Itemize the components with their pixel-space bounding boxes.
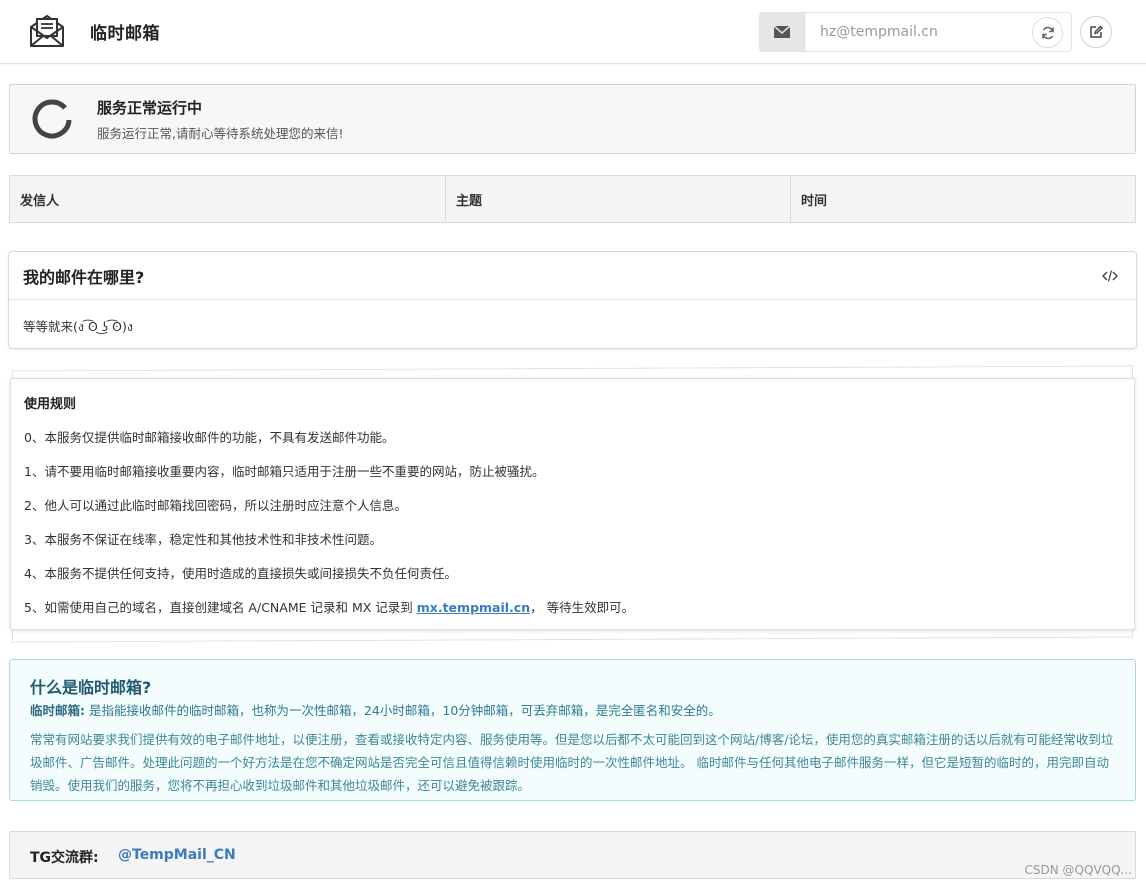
app-title[interactable]: 临时邮箱 xyxy=(90,19,160,44)
card-body-text: 等等就来(ง ͡ʘ ͜ʖ ͡ʘ)ง xyxy=(23,319,133,334)
info-lead-label: 临时邮箱: xyxy=(30,703,85,718)
email-addon xyxy=(760,13,805,51)
rule-item-domain: 5、如需使用自己的域名，直接创建域名 A/CNAME 记录和 MX 记录到 mx… xyxy=(24,597,634,616)
loading-spinner-icon xyxy=(32,99,72,139)
rule-item: 2、他人可以通过此临时邮箱找回密码，所以注册时应注意个人信息。 xyxy=(24,498,407,513)
envelope-icon xyxy=(774,26,790,38)
top-navbar: 临时邮箱 xyxy=(0,0,1146,64)
info-paragraph: 常常有网站要求我们提供有效的电子邮件地址，以便注册，查看或接收特定内容、服务使用… xyxy=(30,732,1114,793)
rules-title: 使用规则 xyxy=(24,397,77,412)
envelope-open-icon[interactable] xyxy=(28,13,66,49)
tg-group-link[interactable]: @TempMail_CN xyxy=(118,847,236,863)
edit-icon xyxy=(1090,25,1103,38)
rule-item: 4、本服务不提供任何支持，使用时造成的直接损失或间接损失不负任何责任。 xyxy=(24,566,457,581)
service-status-panel: 服务正常运行中 服务运行正常,请耐心等待系统处理您的来信! xyxy=(9,84,1136,154)
rule-item: 3、本服务不保证在线率，稳定性和其他技术性和非技术性问题。 xyxy=(24,532,382,547)
info-lead: 临时邮箱: 是指能接收邮件的临时邮箱，也称为一次性邮箱，24小时邮箱，10分钟邮… xyxy=(30,700,1120,719)
watermark: CSDN @QQVQQ... xyxy=(1024,863,1132,877)
email-address-group xyxy=(759,12,1072,52)
status-subtitle: 服务运行正常,请耐心等待系统处理您的来信! xyxy=(97,126,344,141)
rule-item: 0、本服务仅提供临时邮箱接收邮件的功能，不具有发送邮件功能。 xyxy=(24,430,395,445)
column-subject[interactable]: 主题 xyxy=(446,176,791,222)
rule-text: ， 等待生效即可。 xyxy=(530,600,635,615)
where-is-my-mail-card: 我的邮件在哪里? 等等就来(ง ͡ʘ ͜ʖ ͡ʘ)ง xyxy=(8,251,1137,349)
column-time[interactable]: 时间 xyxy=(791,176,1135,222)
code-icon[interactable] xyxy=(1102,268,1118,284)
usage-rules-card: 使用规则 0、本服务仅提供临时邮箱接收邮件的功能，不具有发送邮件功能。 1、请不… xyxy=(10,378,1135,630)
edit-button[interactable] xyxy=(1080,16,1112,48)
mx-record-link[interactable]: mx.tempmail.cn xyxy=(417,600,530,615)
card-title: 我的邮件在哪里? xyxy=(23,268,145,287)
email-input[interactable] xyxy=(806,13,1031,51)
refresh-button[interactable] xyxy=(1032,17,1063,48)
card-header: 我的邮件在哪里? xyxy=(9,252,1136,300)
what-is-temp-mail-box: 什么是临时邮箱? 临时邮箱: 是指能接收邮件的临时邮箱，也称为一次性邮箱，24小… xyxy=(9,659,1136,801)
rule-text: 5、如需使用自己的域名，直接创建域名 A/CNAME 记录和 MX 记录到 xyxy=(24,600,417,615)
mail-table-header: 发信人 主题 时间 xyxy=(9,175,1136,223)
column-sender[interactable]: 发信人 xyxy=(10,176,446,222)
info-title: 什么是临时邮箱? xyxy=(30,678,152,697)
telegram-group-box: TG交流群: @TempMail_CN xyxy=(9,831,1136,879)
rule-item: 1、请不要用临时邮箱接收重要内容，临时邮箱只适用于注册一些不重要的网站，防止被骚… xyxy=(24,464,545,479)
info-lead-text: 是指能接收邮件的临时邮箱，也称为一次性邮箱，24小时邮箱，10分钟邮箱，可丢弃邮… xyxy=(85,703,721,718)
refresh-icon xyxy=(1041,26,1054,39)
tg-label: TG交流群: xyxy=(30,850,99,866)
status-title: 服务正常运行中 xyxy=(97,99,203,117)
